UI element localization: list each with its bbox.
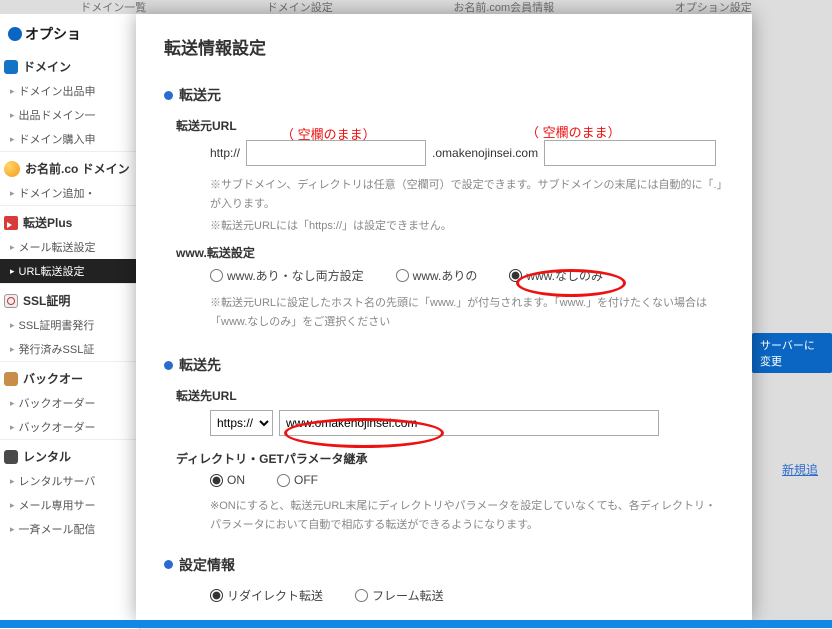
frame-option[interactable]: フレーム転送: [355, 587, 444, 604]
ssl-icon: [4, 294, 18, 308]
www-option-with[interactable]: www.ありの: [396, 267, 478, 284]
sidebar-item[interactable]: メール専用サー: [0, 493, 139, 517]
inherit-off[interactable]: OFF: [277, 473, 318, 487]
sidebar-item[interactable]: 発行済みSSL証: [0, 337, 139, 361]
source-subdomain-input[interactable]: [246, 140, 426, 166]
www-radio-row: www.あり・なし両方設定 www.ありの www.なしのみ: [210, 267, 724, 284]
back-icon: [4, 372, 18, 386]
onamae-icon: [4, 161, 20, 177]
source-url-row: http:// .omakenojinsei.com: [210, 140, 724, 166]
sidebar-item[interactable]: レンタルサーバ: [0, 469, 139, 493]
sidebar-item[interactable]: 一斉メール配信: [0, 517, 139, 541]
sidebar-item[interactable]: SSL証明書発行: [0, 313, 139, 337]
server-change-button[interactable]: サーバーに変更: [752, 333, 832, 373]
sidebar-item[interactable]: URL転送設定: [0, 259, 139, 283]
sidebar-item[interactable]: ドメイン購入申: [0, 127, 139, 151]
annotation-ellipse-www: [516, 269, 626, 297]
www-heading: www.転送設定: [176, 244, 724, 261]
sidebar-item[interactable]: メール転送設定: [0, 235, 139, 259]
plus-icon: [4, 216, 18, 230]
redirect-option[interactable]: リダイレクト転送: [210, 587, 323, 604]
dest-protocol-select[interactable]: https://: [210, 410, 273, 436]
sidebar-group-onamae[interactable]: お名前.co ドメイン: [0, 151, 139, 181]
modal-title: 転送情報設定: [164, 34, 724, 59]
sidebar-item[interactable]: バックオーダー: [0, 415, 139, 439]
sidebar-item[interactable]: ドメイン出品申: [0, 79, 139, 103]
annotation-blank-2: （ 空欄のまま）: [526, 122, 621, 141]
annotation-ellipse-dest: [284, 418, 444, 448]
www-note: ※転送元URLに設定したホスト名の先頭に「www.」が付与されます。「www.」…: [210, 294, 724, 331]
sidebar-group-domain[interactable]: ドメイン: [0, 50, 139, 79]
sidebar-group-plus[interactable]: 転送Plus: [0, 205, 139, 235]
source-directory-input[interactable]: [544, 140, 716, 166]
source-note-2: ※転送元URLには「https://」は設定できません。: [210, 217, 724, 236]
sidebar-option-header: オプショ: [0, 18, 139, 50]
option-icon: [8, 27, 22, 41]
annotation-blank-1: （ 空欄のまま）: [281, 124, 376, 143]
inherit-note: ※ONにすると、転送元URL末尾にディレクトリやパラメータを設定していなくても、…: [210, 497, 724, 534]
new-add-link[interactable]: 新規追: [782, 461, 818, 478]
www-option-both[interactable]: www.あり・なし両方設定: [210, 267, 364, 284]
sidebar-item[interactable]: バックオーダー: [0, 391, 139, 415]
source-note-1: ※サブドメイン、ディレクトリは任意（空欄可）で設定できます。サブドメインの末尾に…: [210, 176, 724, 213]
rental-icon: [4, 450, 18, 464]
source-heading: 転送元: [164, 85, 724, 105]
inherit-on[interactable]: ON: [210, 473, 245, 487]
dest-url-label: 転送先URL: [176, 387, 724, 404]
dest-heading: 転送先: [164, 355, 724, 375]
sidebar-group-rental[interactable]: レンタル: [0, 439, 139, 469]
forward-settings-modal: 転送情報設定 転送元 転送元URL http:// .omakenojinsei…: [136, 14, 752, 620]
sidebar-group-ssl[interactable]: SSL証明: [0, 283, 139, 313]
sidebar-item[interactable]: ドメイン追加・: [0, 181, 139, 205]
settings-heading: 設定情報: [164, 555, 724, 575]
top-nav: ドメイン一覧 ドメイン設定 お名前.com会員情報 オプション設定: [0, 0, 832, 14]
inherit-radio-row: ON OFF: [210, 473, 724, 487]
domain-icon: [4, 60, 18, 74]
inherit-label: ディレクトリ・GETパラメータ継承: [176, 450, 724, 467]
sidebar: オプショ ドメインドメイン出品申出品ドメイン一ドメイン購入申お名前.co ドメイ…: [0, 14, 140, 629]
source-url-label: 転送元URL: [176, 117, 724, 134]
sidebar-item[interactable]: 出品ドメイン一: [0, 103, 139, 127]
sidebar-group-back[interactable]: バックオー: [0, 361, 139, 391]
bottom-bar: [0, 620, 832, 628]
settings-radio-row: リダイレクト転送 フレーム転送: [210, 587, 724, 604]
